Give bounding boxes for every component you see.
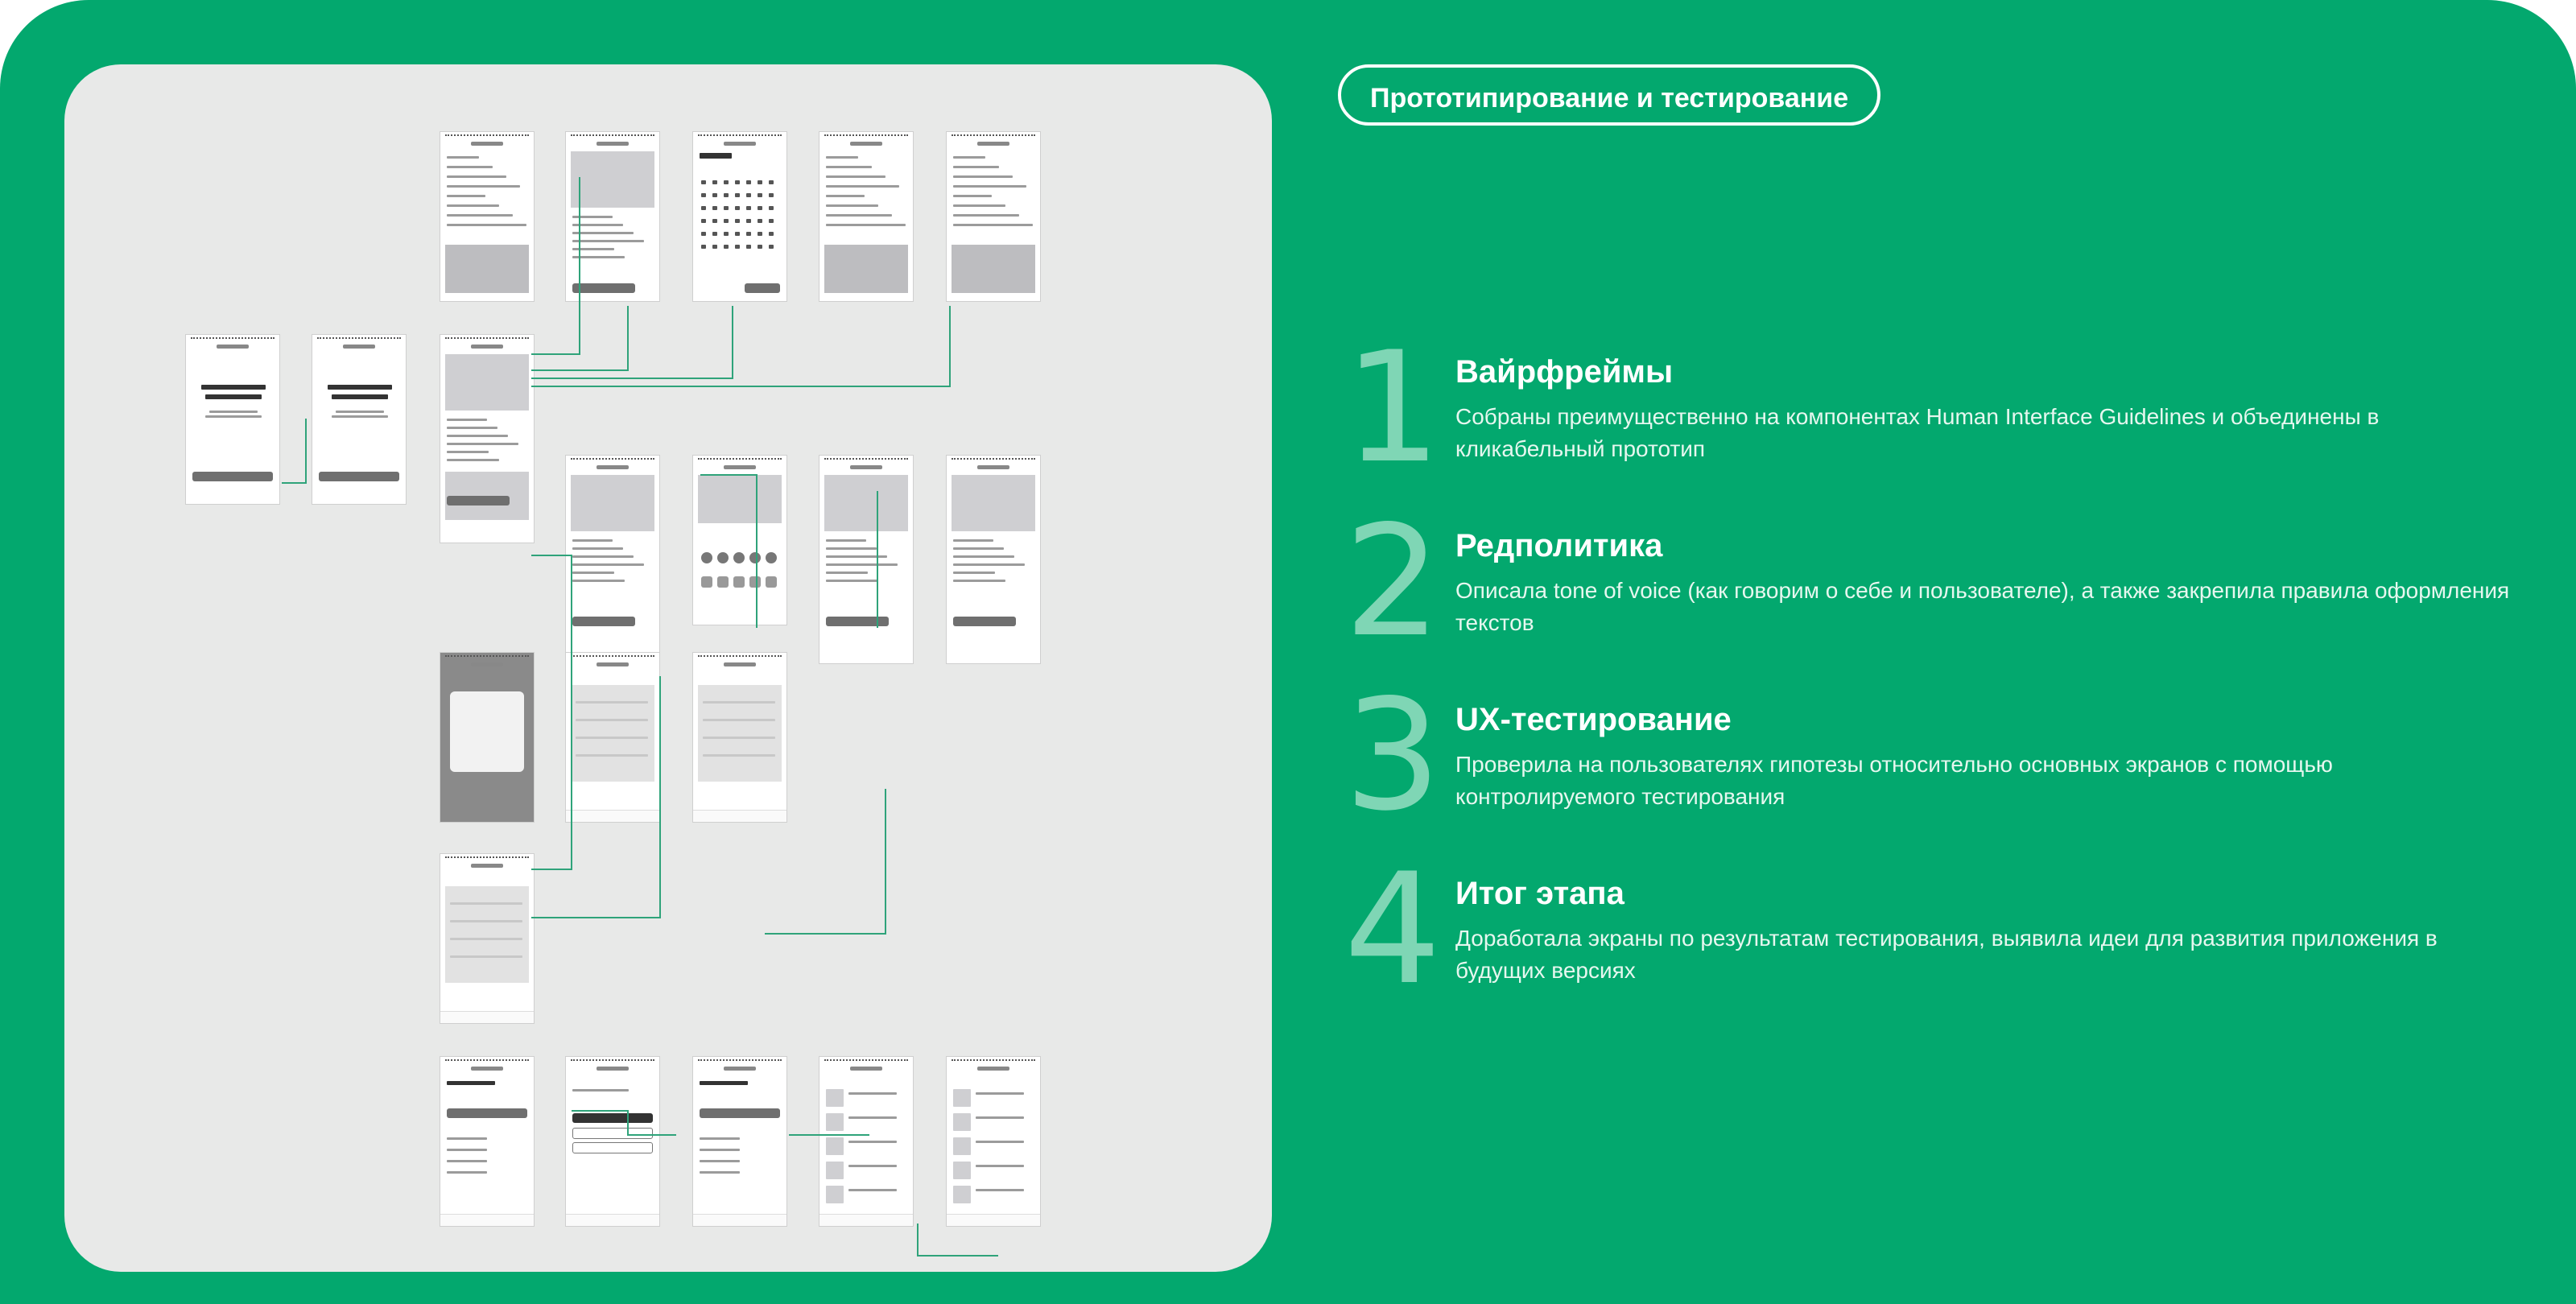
step-title: Вайрфреймы: [1455, 354, 1674, 390]
connector-line: [531, 177, 580, 355]
step-description: Проверила на пользователях гипотезы отно…: [1455, 752, 2333, 809]
step-1: 1 Вайрфреймы Собраны преимущественно на …: [1336, 332, 2528, 515]
connector-line: [282, 419, 307, 484]
step-4: 4 Итог этапа Доработала экраны по резуль…: [1336, 853, 2528, 1037]
slide-background: Прототипирование и тестирование 1 Вайрфр…: [0, 0, 2576, 1304]
step-description: Описала tone of voice (как говорим о себ…: [1455, 578, 2510, 635]
section-badge: Прототипирование и тестирование: [1338, 64, 1881, 126]
step-title: Редполитика: [1455, 528, 1663, 563]
connector-line: [700, 474, 758, 628]
connector-line: [765, 789, 886, 935]
step-number: 3: [1344, 666, 1442, 844]
step-3: 3 UX-тестирование Проверила на пользоват…: [1336, 679, 2528, 863]
prototype-connectors: [282, 177, 998, 1257]
connector-line: [531, 306, 951, 387]
step-title: Итог этапа: [1455, 876, 1624, 911]
step-2: 2 Редполитика Описала tone of voice (как…: [1336, 506, 2528, 689]
connector-line: [531, 676, 661, 918]
step-description: Доработала экраны по результатам тестиро…: [1455, 926, 2438, 983]
connector-line: [572, 1110, 676, 1136]
step-number: 1: [1344, 319, 1442, 497]
wireframe-board: [64, 64, 1272, 1272]
step-number: 4: [1344, 840, 1442, 1018]
step-description: Собраны преимущественно на компонентах H…: [1455, 404, 2380, 461]
step-title: UX-тестирование: [1455, 702, 1732, 737]
step-number: 2: [1344, 493, 1442, 671]
connector-line: [917, 1224, 998, 1257]
connector-line: [531, 555, 572, 870]
connector-line: [531, 306, 733, 379]
